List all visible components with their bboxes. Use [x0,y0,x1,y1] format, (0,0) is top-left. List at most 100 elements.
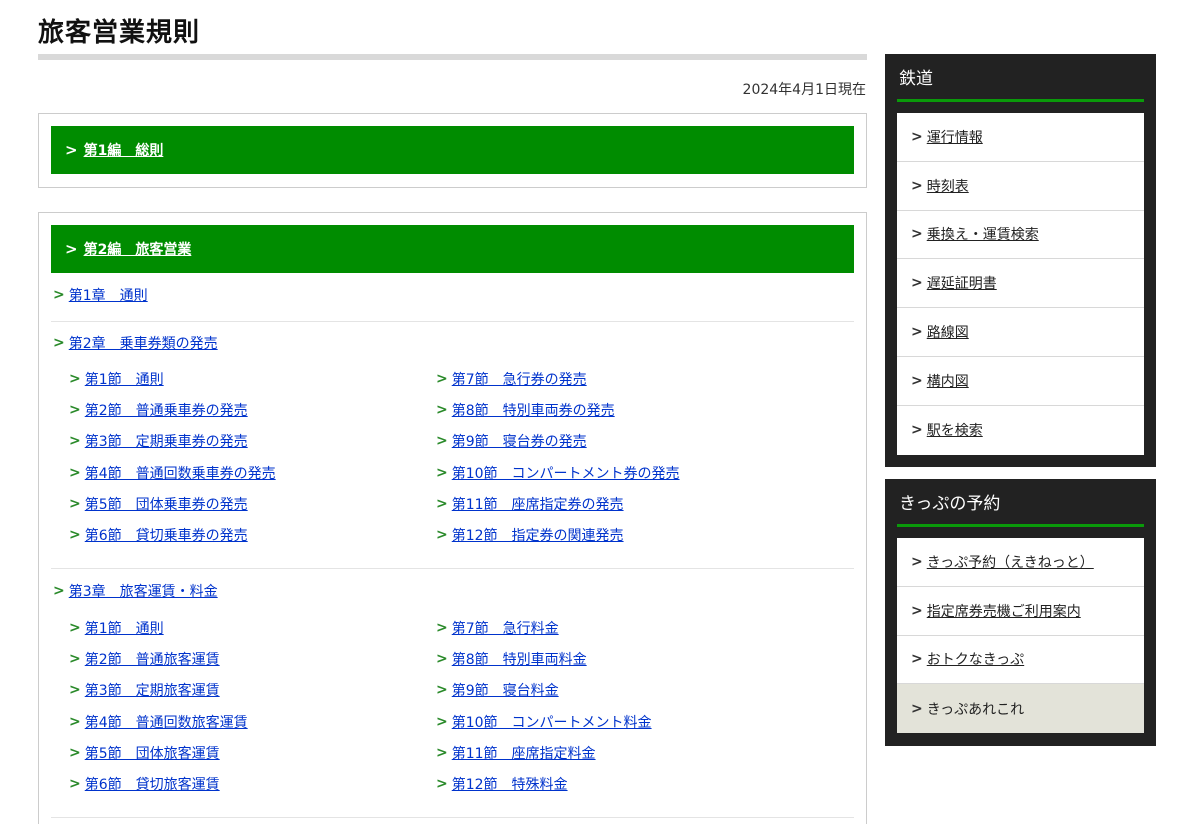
sidebar-item-link[interactable]: 指定席券売機ご利用案内 [927,601,1081,621]
sidebar-item-link[interactable]: 乗換え・運賃検索 [927,224,1039,244]
section-link[interactable]: 第5節 団体乗車券の発売 [85,494,248,514]
section-link[interactable]: 第10節 コンパートメント券の発売 [452,463,680,483]
section-item: > 第8節 特別車両料金 [436,643,816,674]
sidebar-item-link[interactable]: おトクなきっぷ [927,649,1024,669]
chevron-right-icon: > [911,275,923,292]
chevron-right-icon: > [911,226,923,243]
chevron-right-icon: > [53,335,65,351]
sidebar-item[interactable]: > 路線図 [897,308,1144,357]
section-item: > 第3節 定期旅客運賃 [69,675,449,706]
sidebar-item[interactable]: > 乗換え・運賃検索 [897,211,1144,260]
section-link[interactable]: 第12節 指定券の関連発売 [452,525,624,545]
section-link[interactable]: 第5節 団体旅客運賃 [85,743,220,763]
as-of-date: 2024年4月1日現在 [742,82,866,98]
part2-header[interactable]: > 第2編 旅客営業 [51,225,854,273]
sidebar-item-link[interactable]: きっぷ予約（えきねっと） [927,552,1094,572]
section-link[interactable]: 第2節 普通乗車券の発売 [85,400,248,420]
section-item: > 第8節 特別車両券の発売 [436,394,816,425]
section-link[interactable]: 第1節 通則 [85,369,164,389]
section-item: > 第6節 貸切旅客運賃 [69,768,449,799]
chevron-right-icon: > [436,619,448,636]
chapter2-sections-left: > 第1節 通則 > 第2節 普通乗車券の発売 > 第3節 定期乗車券の発売 > 第4節 普通… [69,363,449,551]
section-item: > 第4節 普通回数乗車券の発売 [69,457,449,488]
section-link[interactable]: 第9節 寝台券の発売 [452,431,587,451]
chevron-right-icon: > [69,713,81,730]
sidebar-item[interactable]: > 指定席券売機ご利用案内 [897,587,1144,636]
section-item: > 第2節 普通旅客運賃 [69,643,449,674]
section-link[interactable]: 第2節 普通旅客運賃 [85,649,220,669]
chevron-right-icon: > [69,464,81,481]
chevron-right-icon: > [69,527,81,544]
chevron-right-icon: > [911,651,923,668]
chevron-right-icon: > [436,370,448,387]
sidebar-item-link[interactable]: 路線図 [927,322,969,342]
section-link[interactable]: 第6節 貸切旅客運賃 [85,774,220,794]
chevron-right-icon: > [911,422,923,439]
chapter-divider [51,817,854,818]
chapter2-link[interactable]: 第2章 乗車券類の発売 [69,333,218,353]
chevron-right-icon: > [69,744,81,761]
section-item: > 第9節 寝台券の発売 [436,426,816,457]
section-link[interactable]: 第3節 定期乗車券の発売 [85,431,248,451]
section-item: > 第6節 貸切乗車券の発売 [69,519,449,550]
chevron-right-icon: > [436,713,448,730]
sidebar-tickets-title: きっぷの予約 [897,479,1144,527]
section-link[interactable]: 第11節 座席指定料金 [452,743,596,763]
section-item: > 第10節 コンパートメント券の発売 [436,457,816,488]
sidebar-item-link[interactable]: 運行情報 [927,127,983,147]
chevron-right-icon: > [436,401,448,418]
section-item: > 第7節 急行券の発売 [436,363,816,394]
title-divider [38,54,867,60]
chapter3-item: > 第3章 旅客運賃・料金 [53,581,218,601]
section-link[interactable]: 第11節 座席指定券の発売 [452,494,624,514]
section-item: > 第5節 団体旅客運賃 [69,737,449,768]
sidebar-item[interactable]: > きっぷあれこれ [897,684,1144,734]
sidebar-item-link[interactable]: 遅延証明書 [927,273,997,293]
section-item: > 第9節 寝台料金 [436,675,816,706]
sidebar-item[interactable]: > 遅延証明書 [897,259,1144,309]
sidebar-item[interactable]: > おトクなきっぷ [897,636,1144,685]
chapter3-sections-left: > 第1節 通則 > 第2節 普通旅客運賃 > 第3節 定期旅客運賃 > 第4節 普通回数旅客… [69,612,449,800]
section-link[interactable]: 第12節 特殊料金 [452,774,568,794]
part2-link[interactable]: 第2編 旅客営業 [84,239,192,259]
section-link[interactable]: 第4節 普通回数旅客運賃 [85,712,248,732]
sidebar-item[interactable]: > きっぷ予約（えきねっと） [897,538,1144,587]
section-link[interactable]: 第3節 定期旅客運賃 [85,680,220,700]
chevron-right-icon: > [911,700,923,717]
section-link[interactable]: 第7節 急行券の発売 [452,369,587,389]
section-item: > 第2節 普通乗車券の発売 [69,394,449,425]
sidebar-item-link[interactable]: 駅を検索 [927,420,983,440]
chevron-right-icon: > [69,682,81,699]
section-item: > 第5節 団体乗車券の発売 [69,488,449,519]
chapter2-item: > 第2章 乗車券類の発売 [53,333,218,353]
sidebar-item-link[interactable]: 時刻表 [927,176,969,196]
chevron-right-icon: > [69,495,81,512]
sidebar-item-link[interactable]: 構内図 [927,371,969,391]
section-link[interactable]: 第6節 貸切乗車券の発売 [85,525,248,545]
section-link[interactable]: 第8節 特別車両料金 [452,649,587,669]
section-link[interactable]: 第10節 コンパートメント料金 [452,712,652,732]
section-item: > 第10節 コンパートメント料金 [436,706,816,737]
sidebar-item[interactable]: > 運行情報 [897,113,1144,162]
part1-header[interactable]: > 第1編 総則 [51,126,854,174]
section-link[interactable]: 第1節 通則 [85,618,164,638]
sidebar-item[interactable]: > 駅を検索 [897,406,1144,455]
section-link[interactable]: 第9節 寝台料金 [452,680,559,700]
sidebar-item[interactable]: > 時刻表 [897,162,1144,211]
chapter3-link[interactable]: 第3章 旅客運賃・料金 [69,581,218,601]
chevron-right-icon: > [436,464,448,481]
chevron-right-icon: > [911,128,923,145]
chevron-right-icon: > [65,141,78,159]
section-link[interactable]: 第8節 特別車両券の発売 [452,400,615,420]
part1-link[interactable]: 第1編 総則 [84,140,164,160]
chapter-divider [51,568,854,569]
sidebar-item[interactable]: > 構内図 [897,357,1144,406]
chevron-right-icon: > [69,619,81,636]
chevron-right-icon: > [911,372,923,389]
sidebar-item-link[interactable]: きっぷあれこれ [927,699,1024,719]
section-link[interactable]: 第4節 普通回数乗車券の発売 [85,463,276,483]
section-link[interactable]: 第7節 急行料金 [452,618,559,638]
sidebar-tickets: きっぷの予約 > きっぷ予約（えきねっと） > 指定席券売機ご利用案内 > おトクなきっぷ… [885,479,1156,746]
chapter1-link[interactable]: 第1章 通則 [69,285,148,305]
chevron-right-icon: > [53,287,65,303]
